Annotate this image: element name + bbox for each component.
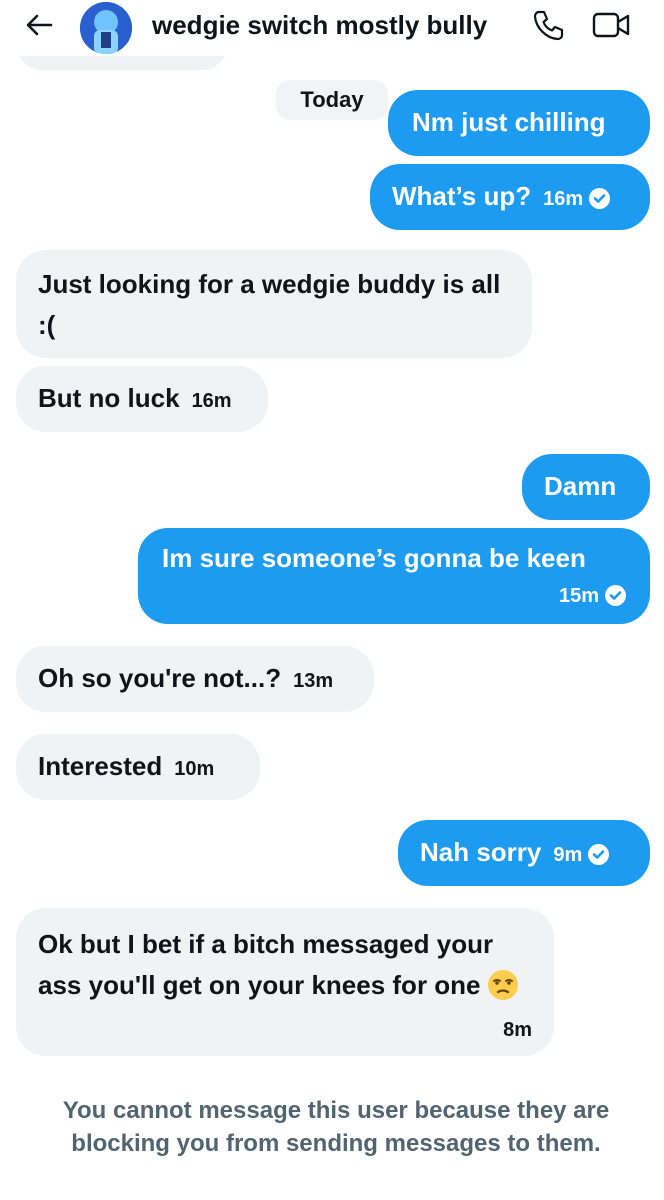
back-button[interactable] bbox=[22, 8, 56, 42]
message-text: Oh so you're not...? bbox=[38, 663, 282, 693]
message-time: 8m bbox=[503, 1019, 532, 1041]
message-text: Damn bbox=[544, 471, 617, 501]
message-sent[interactable]: Damn bbox=[522, 454, 650, 520]
message-text: Nah sorry bbox=[420, 837, 542, 867]
conversation-title[interactable]: wedgie switch mostly bully bbox=[152, 10, 487, 41]
message-sent[interactable]: Nm just chilling bbox=[388, 90, 650, 156]
back-arrow-icon bbox=[26, 14, 53, 36]
read-check-icon bbox=[605, 585, 626, 607]
message-text: Im sure someone’s gonna be keen bbox=[162, 543, 586, 573]
message-received[interactable]: Interested 10m bbox=[16, 734, 260, 800]
phone-icon bbox=[533, 10, 564, 41]
avatar-image bbox=[80, 2, 132, 54]
message-text: Just looking for a wedgie buddy is all :… bbox=[38, 269, 501, 340]
date-separator: Today bbox=[276, 80, 388, 120]
message-time: 15m bbox=[559, 585, 626, 607]
message-sent[interactable]: Nah sorry 9m bbox=[398, 820, 650, 886]
message-received[interactable]: Ok but I bet if a bitch messaged your as… bbox=[16, 908, 554, 1056]
message-text: Interested bbox=[38, 751, 163, 781]
message-time: 13m bbox=[293, 670, 334, 692]
message-time: 10m bbox=[174, 758, 215, 780]
message-received[interactable]: Oh so you're not...? 13m bbox=[16, 646, 374, 712]
blocked-notice: You cannot message this user because the… bbox=[62, 1097, 610, 1157]
message-text: Ok but I bet if a bitch messaged your as… bbox=[38, 929, 494, 1000]
message-sent[interactable]: What’s up? 16m bbox=[370, 164, 650, 230]
conversation-header: wedgie switch mostly bully bbox=[0, 0, 664, 56]
video-call-button[interactable] bbox=[592, 10, 632, 42]
avatar[interactable] bbox=[80, 2, 132, 54]
read-check-icon bbox=[589, 188, 611, 210]
message-sent[interactable]: Im sure someone’s gonna be keen 15m bbox=[138, 528, 650, 624]
time-label: 15m bbox=[558, 585, 599, 607]
message-received[interactable]: Just looking for a wedgie buddy is all :… bbox=[16, 250, 532, 358]
time-label: 9m bbox=[553, 844, 583, 866]
message-time: 16m bbox=[191, 390, 232, 412]
message-time: 9m bbox=[553, 835, 610, 876]
read-check-icon bbox=[588, 844, 610, 866]
unamused-emoji-icon bbox=[487, 969, 519, 1001]
message-text: What’s up? bbox=[392, 181, 532, 211]
message-text: But no luck bbox=[38, 383, 180, 413]
call-button[interactable] bbox=[530, 8, 566, 44]
message-text: Nm just chilling bbox=[412, 107, 606, 137]
message-time: 16m bbox=[543, 179, 611, 220]
message-received[interactable]: But no luck 16m bbox=[16, 366, 268, 432]
time-label: 16m bbox=[543, 188, 584, 210]
video-call-icon bbox=[592, 12, 630, 38]
